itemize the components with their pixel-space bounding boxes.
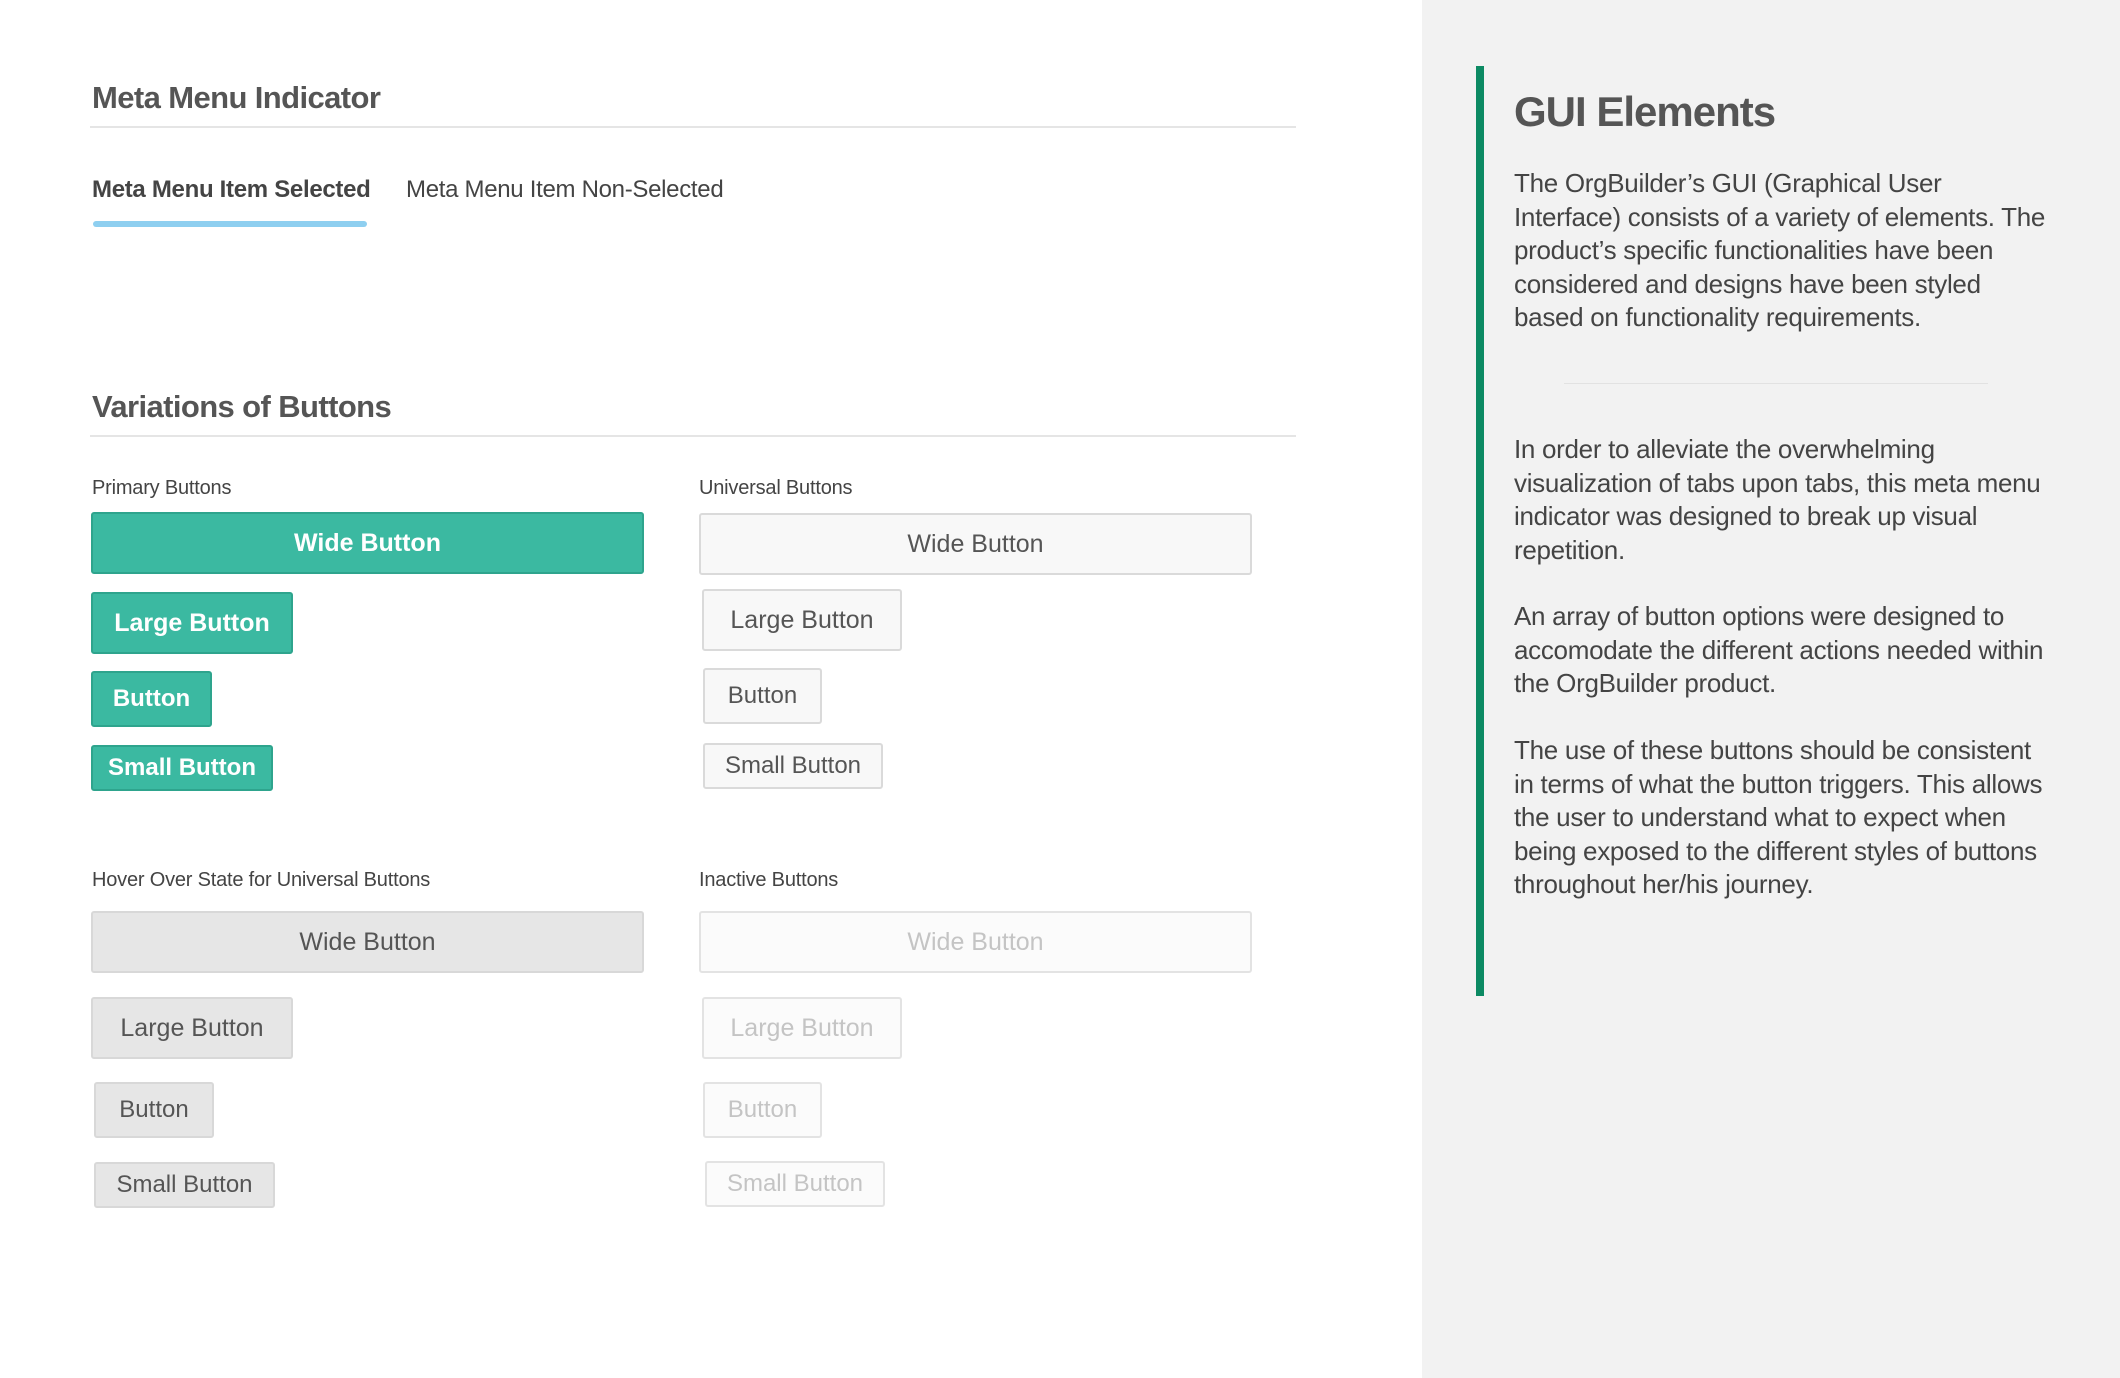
- sidebar-consistency-paragraph: The use of these buttons should be consi…: [1514, 735, 2043, 899]
- primary-buttons-label: Primary Buttons: [92, 477, 232, 499]
- primary-large-button[interactable]: Large Button: [91, 592, 293, 654]
- universal-buttons-label: Universal Buttons: [699, 477, 853, 499]
- hover-buttons-label: Hover Over State for Universal Buttons: [92, 869, 431, 891]
- sidebar-buttons-paragraph: An array of button options were designed…: [1514, 601, 2044, 698]
- inactive-wide-button: Wide Button: [699, 911, 1252, 973]
- buttons-divider: [90, 435, 1296, 437]
- meta-menu-divider: [90, 126, 1296, 128]
- inactive-large-button: Large Button: [702, 997, 902, 1059]
- meta-menu-heading: Meta Menu Indicator: [92, 80, 381, 115]
- universal-button[interactable]: Button: [703, 668, 822, 724]
- inactive-button: Button: [703, 1082, 822, 1138]
- universal-large-button[interactable]: Large Button: [702, 589, 902, 651]
- inactive-small-button: Small Button: [705, 1161, 885, 1207]
- universal-small-button[interactable]: Small Button: [703, 743, 883, 789]
- main-panel: Meta Menu Indicator Meta Menu Item Selec…: [0, 0, 1422, 1378]
- hover-wide-button[interactable]: Wide Button: [91, 911, 644, 973]
- sidebar-title: GUI Elements: [1514, 88, 1776, 135]
- primary-button[interactable]: Button: [91, 671, 212, 727]
- sidebar-divider: [1564, 383, 1988, 384]
- hover-large-button[interactable]: Large Button: [91, 997, 293, 1059]
- inactive-buttons-label: Inactive Buttons: [699, 869, 839, 891]
- sidebar-accent-bar: [1476, 66, 1484, 996]
- meta-menu-indicator-bar: [93, 221, 367, 227]
- universal-wide-button[interactable]: Wide Button: [699, 513, 1252, 575]
- sidebar-meta-menu-paragraph: In order to alleviate the overwhelming v…: [1514, 434, 2041, 565]
- hover-small-button[interactable]: Small Button: [94, 1162, 275, 1208]
- primary-small-button[interactable]: Small Button: [91, 745, 273, 791]
- primary-wide-button[interactable]: Wide Button: [91, 512, 644, 574]
- sidebar-intro-paragraph: The OrgBuilder’s GUI (Graphical User Int…: [1514, 168, 2046, 332]
- hover-button[interactable]: Button: [94, 1082, 214, 1138]
- buttons-heading: Variations of Buttons: [92, 389, 392, 424]
- meta-menu-item-nonselected[interactable]: Meta Menu Item Non-Selected: [406, 176, 724, 204]
- meta-menu-item-selected[interactable]: Meta Menu Item Selected: [92, 176, 371, 204]
